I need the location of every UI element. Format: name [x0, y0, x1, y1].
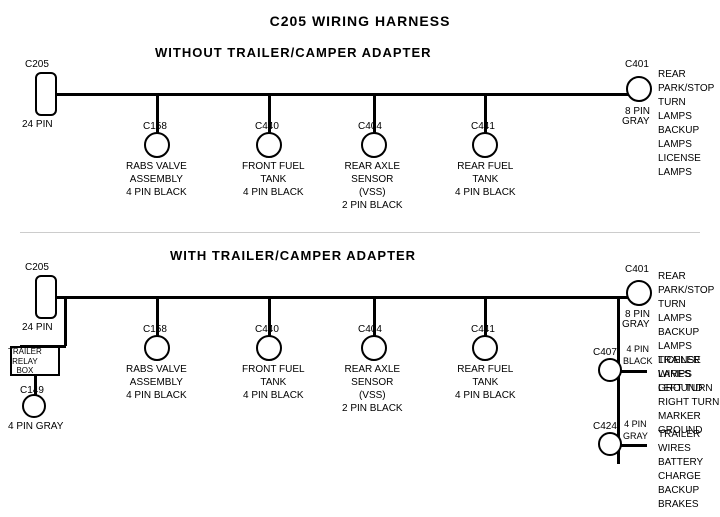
s2-c404-connector — [361, 335, 387, 361]
s1-c158-connector — [144, 132, 170, 158]
s1-c441-id: C441 — [471, 120, 495, 133]
s2-c424-id: C424 — [593, 420, 617, 433]
s2-c407-pins: 4 PINBLACK — [623, 344, 653, 367]
s1-right-desc: REAR PARK/STOPTURN LAMPSBACKUP LAMPSLICE… — [658, 68, 720, 180]
s2-c424-pins: 4 PINGRAY — [623, 419, 648, 442]
s2-c158-desc: RABS VALVEASSEMBLY4 PIN BLACK — [126, 363, 187, 402]
s2-main-wire — [57, 296, 647, 299]
s2-relay-wire-v — [64, 296, 67, 346]
s2-24pin-label: 24 PIN — [22, 321, 53, 334]
s1-c158-desc: RABS VALVEASSEMBLY4 PIN BLACK — [126, 160, 187, 199]
s1-c440-id: C440 — [255, 120, 279, 133]
s1-c404-connector — [361, 132, 387, 158]
s2-c407-id: C407 — [593, 346, 617, 359]
s1-c440-desc: FRONT FUELTANK4 PIN BLACK — [242, 160, 305, 199]
s1-c158-id: C158 — [143, 120, 167, 133]
diagram: C205 WIRING HARNESS WITHOUT TRAILER/CAMP… — [0, 0, 720, 500]
s2-right-connector — [626, 280, 652, 306]
s2-c424-desc: TRAILER WIRESBATTERY CHARGEBACKUPBRAKES — [658, 428, 720, 512]
s2-c441-id: C441 — [471, 323, 495, 336]
s1-c404-desc: REAR AXLESENSOR(VSS)2 PIN BLACK — [342, 160, 403, 212]
s2-c440-id: C440 — [255, 323, 279, 336]
s1-c441-connector — [472, 132, 498, 158]
s1-left-connector — [35, 72, 57, 116]
s2-c158-connector — [144, 335, 170, 361]
section1-label: WITHOUT TRAILER/CAMPER ADAPTER — [155, 45, 432, 60]
s2-relay-box-label: TRAILERRELAYBOX — [8, 347, 42, 376]
s1-c440-connector — [256, 132, 282, 158]
s2-c205-label: C205 — [25, 261, 49, 274]
s2-left-connector — [35, 275, 57, 319]
s2-c404-desc: REAR AXLESENSOR(VSS)2 PIN BLACK — [342, 363, 403, 415]
s2-c441-desc: REAR FUELTANK4 PIN BLACK — [455, 363, 516, 402]
s1-main-wire — [57, 93, 647, 96]
page-title: C205 WIRING HARNESS — [0, 5, 720, 29]
s2-c401-label: C401 — [625, 263, 649, 276]
s2-c149-id: C149 — [20, 384, 44, 397]
section2-label: WITH TRAILER/CAMPER ADAPTER — [170, 248, 416, 263]
s2-c158-id: C158 — [143, 323, 167, 336]
s2-c424-connector — [598, 432, 622, 456]
s2-c149-connector — [22, 394, 46, 418]
s2-c407-connector — [598, 358, 622, 382]
s2-c149-pins: 4 PIN GRAY — [8, 420, 63, 433]
s1-c205-label: C205 — [25, 58, 49, 71]
s2-c440-desc: FRONT FUELTANK4 PIN BLACK — [242, 363, 305, 402]
s1-c404-id: C404 — [358, 120, 382, 133]
s1-24pin-label: 24 PIN — [22, 118, 53, 131]
s1-c441-desc: REAR FUELTANK4 PIN BLACK — [455, 160, 516, 199]
s1-right-connector — [626, 76, 652, 102]
s2-c407-desc: TRAILER WIRESLEFT TURNRIGHT TURNMARKERGR… — [658, 354, 720, 438]
s1-gray-label: GRAY — [622, 115, 650, 128]
divider — [20, 232, 700, 233]
s2-c404-id: C404 — [358, 323, 382, 336]
s1-c401-label: C401 — [625, 58, 649, 71]
s2-c440-connector — [256, 335, 282, 361]
s2-gray-label: GRAY — [622, 318, 650, 331]
s2-c441-connector — [472, 335, 498, 361]
